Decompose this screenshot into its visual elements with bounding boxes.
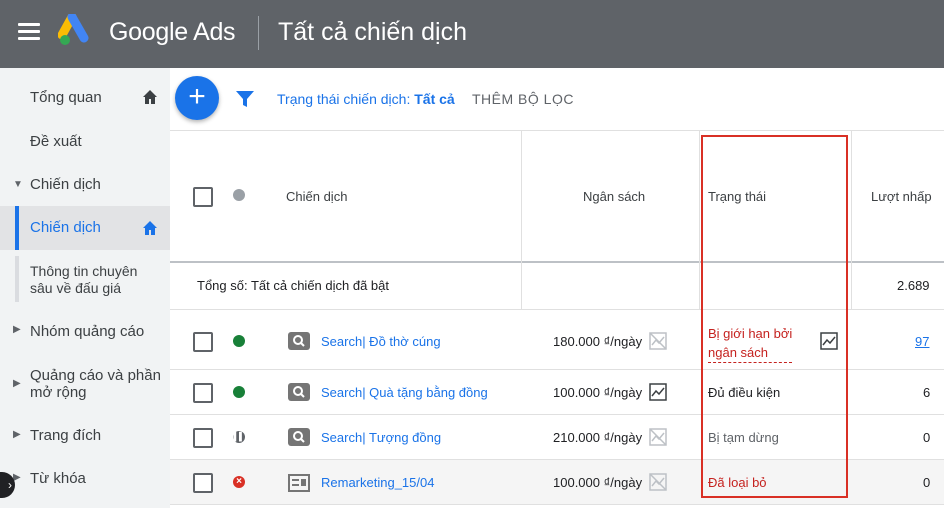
- status-column-highlight-box: [701, 135, 848, 498]
- sidebar-item-auction-insights[interactable]: Thông tin chuyên sâu về đấu giá: [15, 256, 170, 302]
- clicks-value-link[interactable]: 97: [915, 334, 929, 349]
- sidebar-item-label-line1: Thông tin chuyên: [30, 263, 138, 279]
- budget-value[interactable]: 210.000 ₫/ngày: [553, 430, 642, 445]
- campaign-name-link[interactable]: Search| Quà tặng bằng đồng: [321, 385, 488, 400]
- table-top-border: [170, 130, 944, 131]
- sidebar-item-landing-pages[interactable]: ▶ Trang đích: [0, 416, 170, 456]
- sidebar-item-ad-groups[interactable]: ▶ Nhóm quảng cáo: [0, 312, 170, 352]
- sidebar-item-overview[interactable]: Tổng quan: [0, 78, 170, 118]
- enabled-status-icon: [233, 386, 245, 398]
- sidebar-item-ads-extensions[interactable]: ▶ Quảng cáo và phần mở rộng: [0, 362, 170, 406]
- clicks-value: 6: [923, 385, 931, 400]
- budget-chart-icon[interactable]: [649, 383, 667, 401]
- caret-right-icon: ▶: [13, 378, 21, 389]
- sidebar-item-label: Nhóm quảng cáo: [30, 323, 145, 340]
- paused-status-icon: ▌▌: [233, 431, 245, 443]
- sidebar-item-label: Trang đích: [30, 427, 102, 444]
- sidebar-item-recommendations[interactable]: Đề xuất: [0, 122, 170, 162]
- sidebar-item-label-line2: sâu về đấu giá: [30, 280, 122, 296]
- top-bar: Google Ads Tất cả chiến dịch: [0, 0, 944, 68]
- clicks-value: 0: [923, 475, 931, 490]
- column-header-budget[interactable]: Ngân sách: [583, 189, 645, 204]
- enabled-status-icon: [233, 335, 245, 347]
- sidebar-item-label-line2: mở rộng: [30, 384, 87, 401]
- search-campaign-icon: [288, 332, 310, 350]
- budget-value[interactable]: 180.000 ₫/ngày: [553, 334, 642, 349]
- sidebar-item-label: Chiến dịch: [30, 176, 101, 193]
- row-border: [170, 504, 944, 505]
- filter-icon[interactable]: [236, 90, 254, 108]
- row-checkbox[interactable]: [193, 332, 213, 352]
- sidebar-item-label: Tổng quan: [30, 89, 102, 106]
- add-filter-button[interactable]: THÊM BỘ LỌC: [472, 91, 574, 107]
- search-campaign-icon: [288, 428, 310, 446]
- select-all-checkbox[interactable]: [193, 187, 213, 207]
- campaign-name-link[interactable]: Remarketing_15/04: [321, 475, 434, 490]
- clicks-value: 0: [923, 430, 931, 445]
- filter-value: Tất cả: [414, 91, 455, 107]
- sidebar-item-label: Chiến dịch: [30, 219, 101, 236]
- campaign-name-link[interactable]: Search| Tượng đồng: [321, 430, 441, 445]
- menu-icon[interactable]: [18, 23, 40, 41]
- home-icon: [143, 221, 157, 235]
- budget-value[interactable]: 100.000 ₫/ngày: [553, 385, 642, 400]
- row-checkbox[interactable]: [193, 428, 213, 448]
- add-campaign-button[interactable]: +: [175, 76, 219, 120]
- row-checkbox[interactable]: [193, 383, 213, 403]
- sidebar-item-campaigns[interactable]: Chiến dịch: [0, 206, 170, 250]
- search-campaign-icon: [288, 383, 310, 401]
- budget-value[interactable]: 100.000 ₫/ngày: [553, 475, 642, 490]
- sidebar-item-label-line1: Quảng cáo và phần: [30, 367, 161, 384]
- brand-name: Google Ads: [109, 18, 236, 46]
- status-column-icon: [233, 189, 245, 201]
- home-icon: [143, 90, 157, 104]
- column-divider: [521, 130, 522, 310]
- sidebar-item-label: Từ khóa: [30, 470, 86, 487]
- caret-right-icon: ▶: [13, 429, 21, 440]
- caret-right-icon: ▶: [13, 324, 21, 335]
- google-ads-logo: [58, 14, 89, 45]
- campaign-name-link[interactable]: Search| Đồ thờ cúng: [321, 334, 441, 349]
- filter-label: Trạng thái chiến dịch:: [277, 91, 411, 107]
- budget-chart-disabled-icon: [649, 332, 667, 350]
- total-clicks: 2.689: [897, 278, 930, 293]
- column-header-clicks[interactable]: Lượt nhấp: [871, 189, 932, 204]
- row-checkbox[interactable]: [193, 473, 213, 493]
- removed-status-icon: ×: [233, 476, 245, 488]
- column-divider: [699, 130, 700, 310]
- column-header-campaign[interactable]: Chiến dịch: [286, 189, 347, 204]
- display-campaign-icon: [288, 474, 310, 492]
- budget-chart-disabled-icon: [649, 428, 667, 446]
- budget-chart-disabled-icon: [649, 473, 667, 491]
- column-divider: [851, 130, 852, 310]
- active-indicator: [15, 206, 19, 250]
- header-divider: [258, 16, 259, 50]
- sidebar-item-keywords[interactable]: ▶ Từ khóa: [0, 459, 170, 499]
- page-title: Tất cả chiến dịch: [278, 18, 467, 46]
- total-label: Tổng số: Tất cả chiến dịch đã bật: [197, 278, 389, 293]
- sidebar-item-label: Đề xuất: [30, 133, 82, 150]
- caret-down-icon: ▼: [13, 179, 23, 190]
- status-filter-chip[interactable]: Trạng thái chiến dịch: Tất cả: [277, 91, 455, 107]
- sidebar-item-campaigns-group[interactable]: ▼ Chiến dịch: [0, 165, 170, 205]
